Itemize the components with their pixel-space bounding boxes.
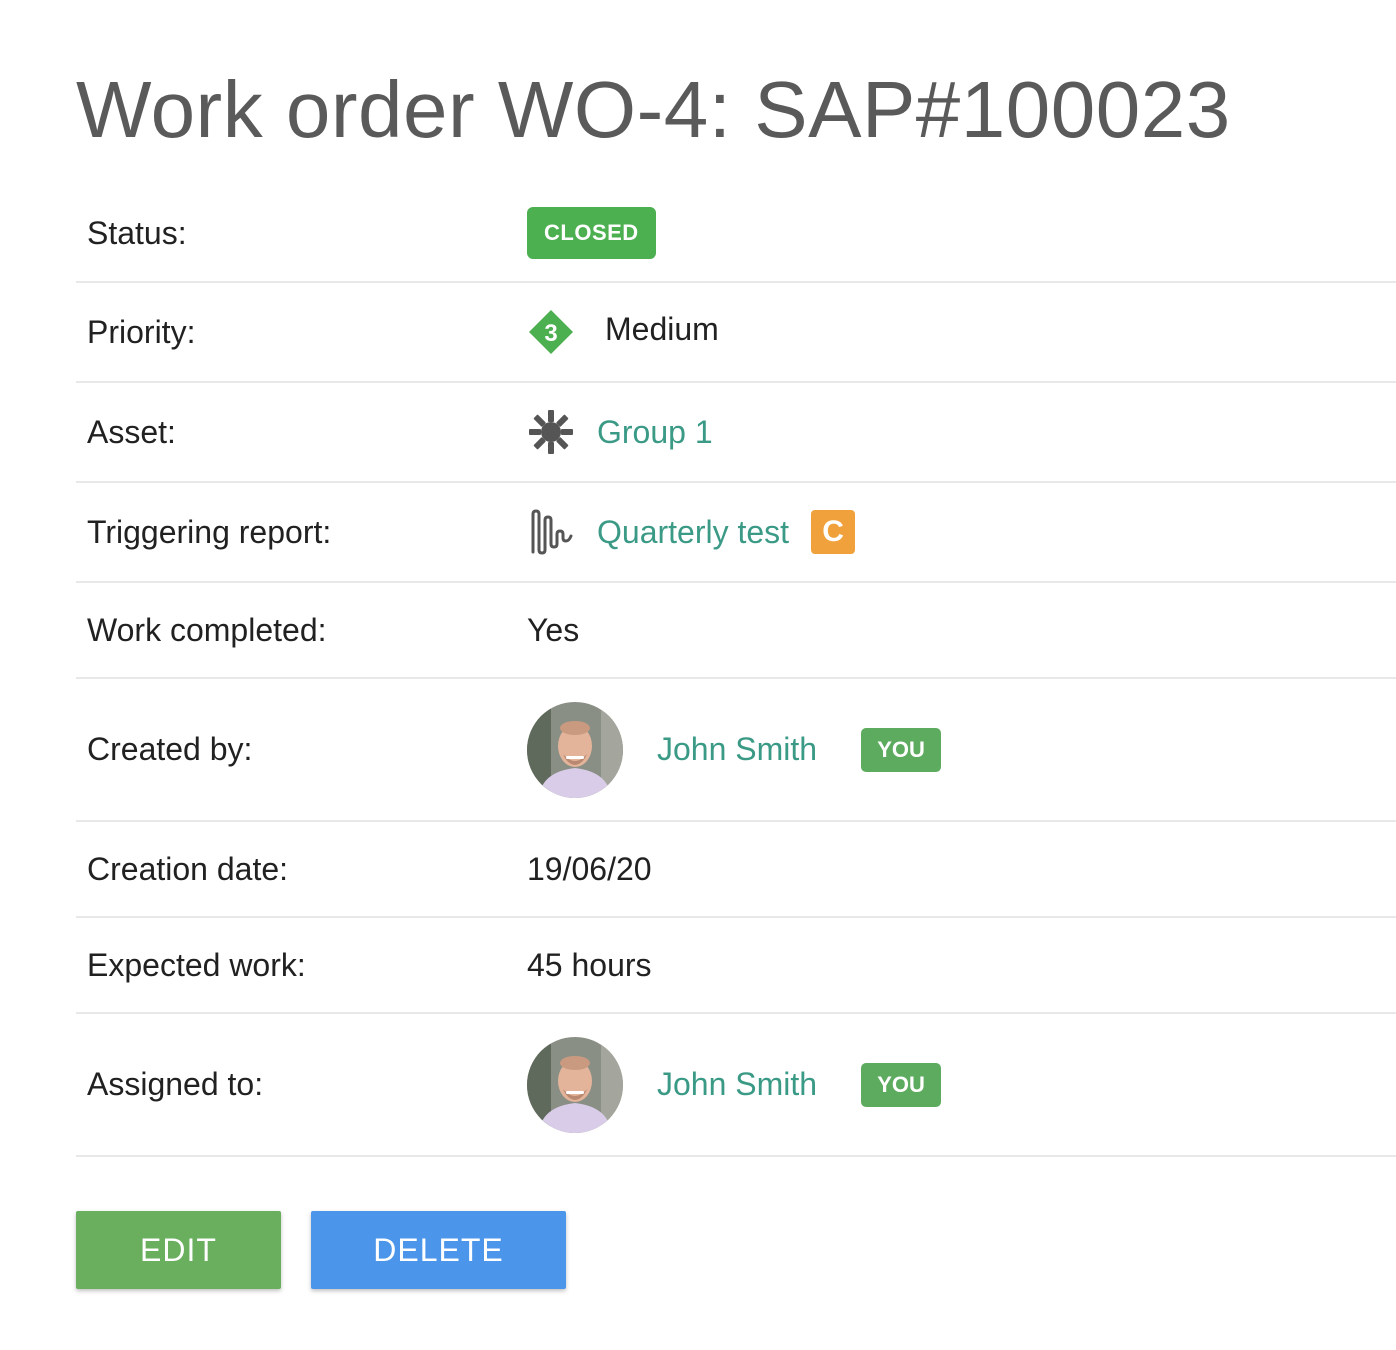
edit-button[interactable]: EDIT [76,1211,281,1289]
avatar [527,701,623,798]
row-expected-work: Expected work: 45 hours [76,918,1396,1014]
created-by-label: Created by: [87,731,253,767]
priority-value: 3 Medium [527,308,719,356]
status-badge: CLOSED [527,207,656,259]
work-completed-label: Work completed: [87,611,327,648]
assigned-to-name-link[interactable]: John Smith [657,1066,817,1103]
row-work-completed: Work completed: Yes [76,583,1396,679]
priority-diamond-icon: 3 [527,308,575,356]
waveform-icon [527,508,575,556]
you-badge: YOU [861,1062,942,1107]
report-tag-badge: C [811,510,856,554]
row-creation-date: Creation date: 19/06/20 [76,822,1396,918]
priority-text: Medium [605,310,719,347]
assigned-to-label: Assigned to: [87,1066,264,1102]
triggering-report-value[interactable]: Quarterly test C [527,508,856,556]
creation-date-value: 19/06/20 [527,850,652,887]
assigned-to-value[interactable]: John Smith YOU [527,1036,942,1133]
priority-label: Priority: [87,313,196,350]
you-badge: YOU [861,727,942,772]
row-triggering-report: Triggering report: Quarterly test C [76,483,1396,583]
asset-value[interactable]: Group 1 [527,408,713,456]
row-priority: Priority: 3 Medium [76,283,1396,383]
svg-text:3: 3 [544,320,557,347]
delete-button[interactable]: DELETE [311,1211,566,1289]
creation-date-label: Creation date: [87,850,289,887]
gear-icon [527,408,575,456]
created-by-name-link[interactable]: John Smith [657,731,817,768]
triggering-report-link[interactable]: Quarterly test [597,514,789,551]
avatar [527,1036,623,1133]
created-by-value[interactable]: John Smith YOU [527,701,942,798]
row-assigned-to: Assigned to: John Smith YOU [76,1014,1396,1157]
row-asset: Asset: Group 1 [76,383,1396,483]
triggering-report-label: Triggering report: [87,513,332,550]
status-value: CLOSED [527,207,656,259]
status-label: Status: [87,214,187,251]
details-table: Status: CLOSED Priority: 3 Medium Asset: [76,185,1396,1157]
row-created-by: Created by: John Smith YOU [76,679,1396,822]
asset-label: Asset: [87,413,176,450]
expected-work-value: 45 hours [527,946,652,983]
asset-link[interactable]: Group 1 [597,414,713,451]
work-completed-value: Yes [527,611,580,648]
page-title: Work order WO-4: SAP#100023 [76,65,1231,154]
row-status: Status: CLOSED [76,185,1396,283]
expected-work-label: Expected work: [87,946,306,983]
